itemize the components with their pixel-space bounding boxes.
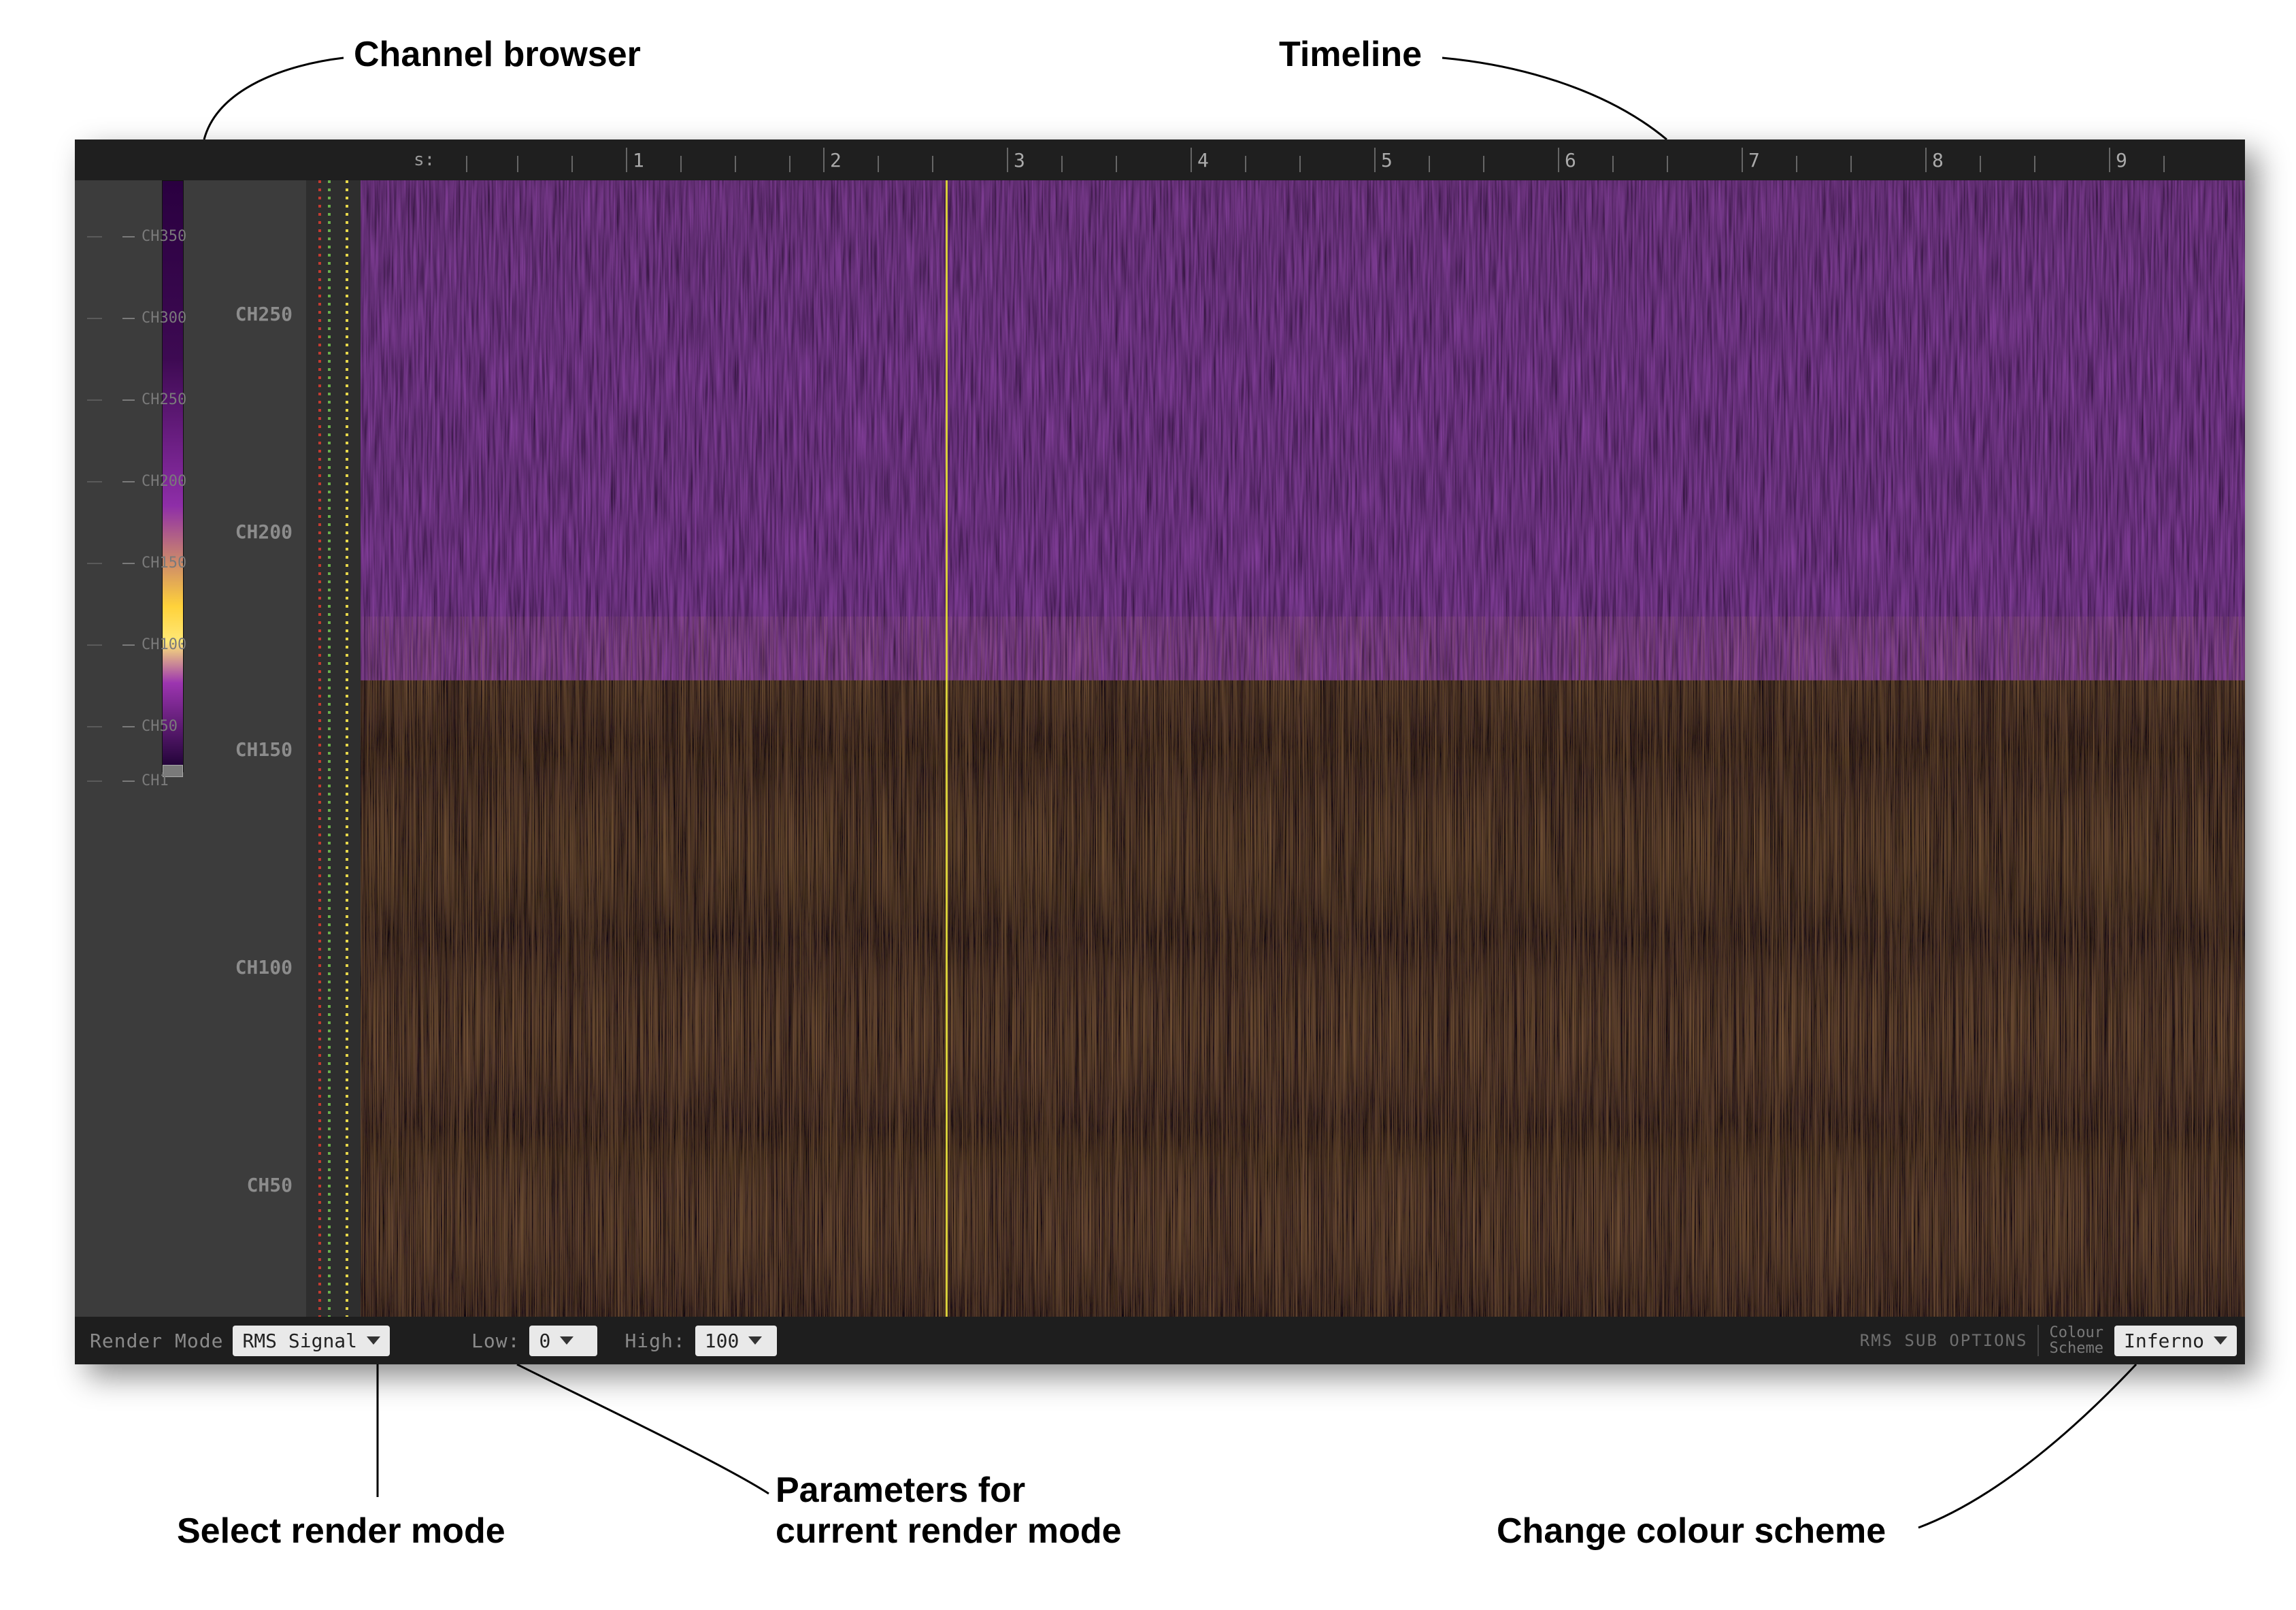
channel-browser-tick: CH250 xyxy=(122,391,186,408)
channel-browser-tick: CH50 xyxy=(122,718,178,735)
event-marker-strip[interactable] xyxy=(306,180,361,1317)
render-mode-label: Render Mode xyxy=(90,1330,223,1352)
timeline-ruler[interactable]: s: 1 2 3 4 5 6 7 8 xyxy=(75,139,2245,180)
param-low-value: 0 xyxy=(539,1330,550,1352)
chevron-down-icon xyxy=(748,1336,762,1345)
render-mode-value: RMS Signal xyxy=(242,1330,357,1352)
param-high-dropdown[interactable]: 100 xyxy=(695,1326,777,1356)
channel-browser[interactable]: CH350 CH300 CH250 CH200 CH150 CH100 CH50… xyxy=(75,180,197,1317)
param-low-dropdown[interactable]: 0 xyxy=(529,1326,597,1356)
colour-scheme-value: Inferno xyxy=(2124,1330,2204,1352)
colour-scheme-label: Colour Scheme xyxy=(2037,1325,2103,1356)
sub-options-label: RMS SUB OPTIONS xyxy=(1860,1331,2028,1350)
spectrogram-view[interactable] xyxy=(361,180,2245,1317)
timeline-unit-label: s: xyxy=(414,150,435,170)
channel-axis-label: CH50 xyxy=(247,1174,293,1196)
channel-browser-tick: CH150 xyxy=(122,555,186,572)
chevron-down-icon xyxy=(367,1336,380,1345)
param-high-label: High: xyxy=(625,1330,685,1352)
channel-browser-tick: CH300 xyxy=(122,310,186,327)
channel-browser-tick: CH100 xyxy=(122,636,186,653)
param-low-label: Low: xyxy=(471,1330,520,1352)
playback-cursor[interactable] xyxy=(946,180,948,1317)
channel-axis-label: CH150 xyxy=(235,738,293,761)
channel-browser-tick: CH1 xyxy=(122,772,169,789)
channel-axis-label: CH100 xyxy=(235,956,293,979)
channel-browser-tick: CH350 xyxy=(122,228,186,245)
app-window: s: 1 2 3 4 5 6 7 8 xyxy=(75,139,2245,1364)
chevron-down-icon xyxy=(560,1336,573,1345)
channel-axis-label: CH250 xyxy=(235,303,293,325)
colour-scheme-dropdown[interactable]: Inferno xyxy=(2114,1326,2237,1356)
channel-browser-tick: CH200 xyxy=(122,473,186,490)
channel-axis-label: CH200 xyxy=(235,521,293,543)
footer-toolbar: Render Mode RMS Signal Low: 0 High: 100 … xyxy=(75,1317,2245,1364)
param-high-value: 100 xyxy=(705,1330,739,1352)
render-mode-dropdown[interactable]: RMS Signal xyxy=(233,1326,390,1356)
channel-axis: CH250 CH200 CH150 CH100 CH50 xyxy=(197,180,306,1317)
chevron-down-icon xyxy=(2214,1336,2227,1345)
